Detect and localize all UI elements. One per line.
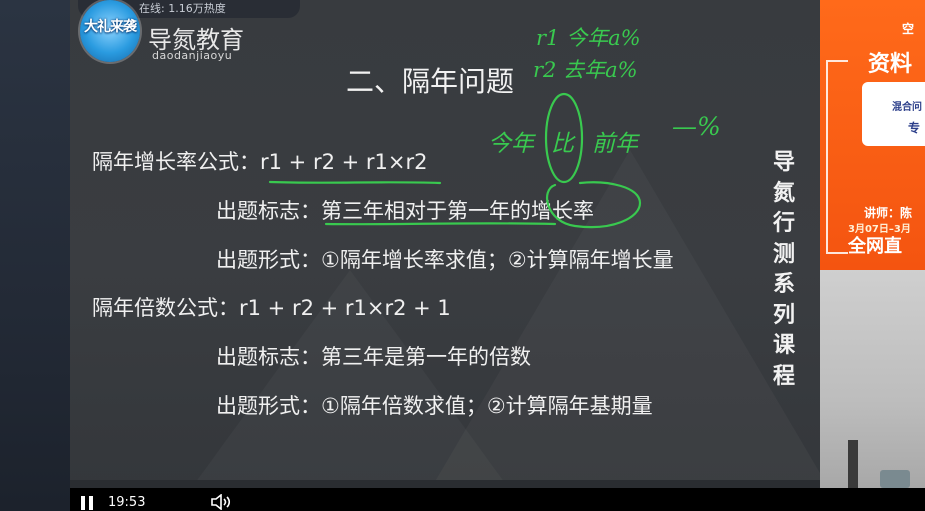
brand-logo-pinyin: daodanjiaoyu	[152, 49, 233, 62]
promo-badge-label: 大礼来袭	[84, 19, 137, 35]
promo-card	[862, 82, 925, 146]
question-form-multiple: 出题形式：①隔年倍数求值；②计算隔年基期量	[216, 394, 653, 418]
question-sign-multiple: 出题标志：第三年是第一年的倍数	[216, 345, 531, 369]
slide-title: 二、隔年问题	[346, 65, 515, 98]
teacher-camera	[820, 270, 925, 488]
promo-top-text: 空	[902, 22, 915, 36]
formula-growth-rate: 隔年增长率公式：r1 + r2 + r1×r2	[92, 150, 428, 174]
volume-icon[interactable]	[210, 494, 234, 510]
question-form-growth: 出题形式：①隔年增长率求值；②计算隔年增长量	[216, 248, 674, 272]
camera-object	[848, 440, 858, 488]
handwritten-note: 比	[551, 131, 574, 157]
left-margin	[0, 0, 70, 511]
promo-bottom-text: 全网直	[848, 236, 902, 257]
player-control-bar	[70, 488, 925, 511]
promo-frame	[826, 60, 848, 254]
course-series-title: 导氮行测系列课程	[772, 150, 795, 389]
handwritten-note: r2 去年a%	[533, 58, 638, 82]
camera-object	[880, 470, 910, 488]
pause-icon[interactable]	[80, 496, 94, 510]
playback-time: 19:53	[108, 495, 146, 510]
handwritten-note: 前年	[592, 131, 638, 157]
promo-card-title: 混合问	[892, 102, 922, 113]
handwritten-note: —%	[672, 112, 721, 141]
handwritten-note: r1 今年a%	[536, 26, 641, 50]
promo-card-subtitle: 专	[908, 121, 921, 135]
formula-multiple: 隔年倍数公式：r1 + r2 + r1×r2 + 1	[92, 296, 451, 320]
viewer-count: 在线: 1.16万热度	[139, 2, 226, 15]
handwritten-note: 今年	[488, 131, 534, 157]
question-sign-growth: 出题标志：第三年相对于第一年的增长率	[216, 199, 594, 223]
promo-teacher: 讲师：陈	[864, 206, 913, 220]
slide-bottom-band	[70, 480, 820, 488]
promo-title: 资料	[868, 52, 913, 77]
